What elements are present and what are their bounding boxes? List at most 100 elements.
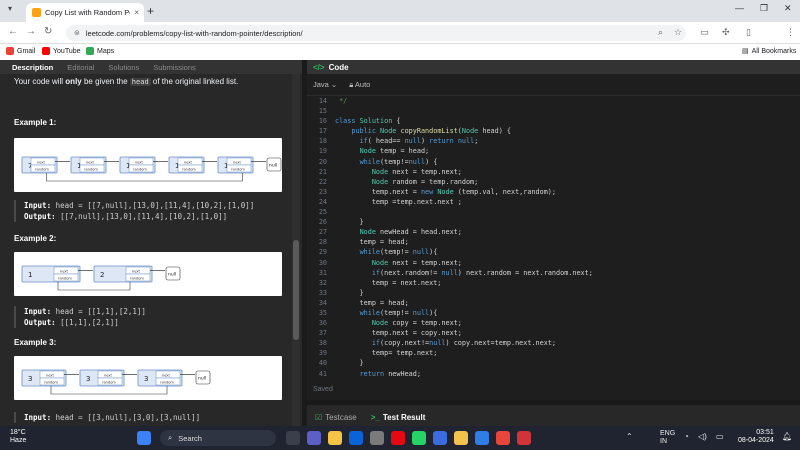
auto-mode[interactable]: 🔒︎ Auto <box>349 80 370 90</box>
close-window-button[interactable]: ✕ <box>784 3 792 14</box>
code-line[interactable]: 35 while(temp!= null){ <box>307 308 800 318</box>
browser-tab[interactable]: Copy List with Random Pointer × <box>26 3 144 22</box>
code-line[interactable]: 16 class Solution { <box>307 116 800 126</box>
code-line[interactable]: 27 Node newHead = head.next; <box>307 227 800 237</box>
tab-testcase[interactable]: ☑ Testcase <box>315 413 357 422</box>
code-line[interactable]: 29 while(temp!= null){ <box>307 247 800 257</box>
weather-widget[interactable]: 18°C Haze <box>10 429 26 445</box>
code-line[interactable]: 32 temp = next.next; <box>307 278 800 288</box>
code-panel: </> Code Java ⌄ 🔒︎ Auto 14 */15 16 class S… <box>307 60 800 400</box>
code-line[interactable]: 30 Node next = temp.next; <box>307 258 800 268</box>
code-line[interactable]: 34 temp = head; <box>307 298 800 308</box>
store-icon[interactable] <box>433 431 447 445</box>
photos-icon[interactable] <box>517 431 531 445</box>
code-line[interactable]: 18 if( head== null) return null; <box>307 136 800 146</box>
file-explorer-icon[interactable] <box>328 431 342 445</box>
tab-close-icon[interactable]: × <box>134 8 144 17</box>
line-text: while(temp!= null){ <box>359 308 438 317</box>
next-label: next <box>86 161 95 165</box>
chrome-icon[interactable] <box>496 431 510 445</box>
language-select[interactable]: Java ⌄ <box>313 80 337 89</box>
task-view-icon[interactable] <box>286 431 300 445</box>
folder-icon[interactable] <box>454 431 468 445</box>
code-line[interactable]: 23 temp.next = new Node (temp.val, next,… <box>307 187 800 197</box>
line-number: 40 <box>318 359 327 368</box>
bookmark-maps[interactable]: Maps <box>86 47 114 55</box>
description-scroll-thumb[interactable] <box>293 240 299 340</box>
taskbar-search[interactable]: ⌕ Search <box>160 430 276 446</box>
vscode-icon[interactable] <box>475 431 489 445</box>
folder-bookmark-icon: ▤ <box>742 48 749 55</box>
tab-submissions[interactable]: Submissions <box>153 63 196 72</box>
url-bar[interactable]: ⊜ leetcode.com/problems/copy-list-with-r… <box>66 25 686 41</box>
line-number: 27 <box>318 228 327 237</box>
reload-icon[interactable]: ↻ <box>44 26 52 37</box>
code-line[interactable]: 40 } <box>307 358 800 368</box>
back-icon[interactable]: ← <box>8 26 18 37</box>
code-line[interactable]: 15 <box>307 106 800 116</box>
line-number: 37 <box>318 329 327 338</box>
code-line[interactable]: 24 temp =temp.next.next ; <box>307 197 800 207</box>
code-editor[interactable]: 14 */15 16 class Solution {17 public Node … <box>307 96 800 380</box>
battery-icon[interactable]: ▭ <box>716 432 724 441</box>
code-line[interactable]: 37 temp.next = copy.next; <box>307 328 800 338</box>
menu-icon[interactable]: ⋮ <box>786 27 795 38</box>
intro-text: Your code will only be given the head of… <box>14 77 239 86</box>
code-line[interactable]: 19 Node temp = head; <box>307 146 800 156</box>
code-line[interactable]: 39 temp= temp.next; <box>307 348 800 358</box>
code-line[interactable]: 20 while(temp!=null) { <box>307 157 800 167</box>
code-line[interactable]: 22 Node random = temp.random; <box>307 177 800 187</box>
wifi-icon[interactable]: ◔ <box>684 432 689 441</box>
whatsapp-icon[interactable] <box>412 431 426 445</box>
code-line[interactable]: 26 } <box>307 217 800 227</box>
zoom-search-icon[interactable]: ⌕ <box>658 27 663 38</box>
new-tab-button[interactable]: + <box>147 4 154 18</box>
language-indicator[interactable]: ENG IN <box>660 430 675 446</box>
all-bookmarks[interactable]: ▤ All Bookmarks <box>742 47 796 56</box>
browser-tab-strip: ▾ Copy List with Random Pointer × + — ❐ … <box>0 0 800 22</box>
netflix-icon[interactable] <box>391 431 405 445</box>
bookmark-youtube[interactable]: YouTube <box>42 47 81 55</box>
tab-solutions[interactable]: Solutions <box>108 63 139 72</box>
tray-chevron-icon[interactable]: ⌃ <box>626 432 633 441</box>
tab-editorial[interactable]: Editorial <box>67 63 94 72</box>
code-line[interactable]: 21 Node next = temp.next; <box>307 167 800 177</box>
code-line[interactable]: 25 <box>307 207 800 217</box>
forward-icon[interactable]: → <box>26 26 36 37</box>
line-text: Node next = temp.next; <box>371 258 462 267</box>
code-line[interactable]: 41 return newHead; <box>307 369 800 379</box>
line-text: class Solution { <box>335 117 401 126</box>
start-icon[interactable] <box>137 431 151 445</box>
bookmark-gmail[interactable]: Gmail <box>6 47 35 55</box>
tab-search-icon[interactable]: ▾ <box>8 4 12 13</box>
settings-icon[interactable] <box>370 431 384 445</box>
code-line[interactable]: 33 } <box>307 288 800 298</box>
example-3-heading: Example 3: <box>14 338 57 347</box>
line-number: 18 <box>318 137 327 146</box>
side-panel-icon[interactable]: ▯ <box>746 27 751 38</box>
leetcode-icon <box>32 8 41 17</box>
maximize-button[interactable]: ❐ <box>760 3 768 14</box>
line-text: if( head== null) return null; <box>359 137 479 146</box>
mail-icon[interactable] <box>349 431 363 445</box>
code-line[interactable]: 17 public Node copyRandomList(Node head)… <box>307 126 800 136</box>
code-line[interactable]: 14 */ <box>307 96 800 106</box>
tab-description[interactable]: Description <box>12 63 53 72</box>
notification-icon[interactable]: 🔔︎ <box>782 432 792 441</box>
code-line[interactable]: 36 Node copy = temp.next; <box>307 318 800 328</box>
site-info-icon[interactable]: ⊜ <box>74 29 80 37</box>
code-line[interactable]: 38 if(copy.next!=null) copy.next=temp.ne… <box>307 338 800 348</box>
minimize-button[interactable]: — <box>735 3 744 13</box>
volume-icon[interactable]: ◁) <box>698 432 707 441</box>
bookmark-star-icon[interactable]: ☆ <box>674 27 682 38</box>
teams-icon[interactable] <box>307 431 321 445</box>
line-number: 38 <box>318 339 327 348</box>
cast-icon[interactable]: ▭ <box>700 27 709 38</box>
code-line[interactable]: 28 temp = head; <box>307 237 800 247</box>
random-label: random <box>84 168 98 172</box>
code-line[interactable]: 31 if(next.random!= null) next.random = … <box>307 268 800 278</box>
random-label: random <box>182 168 196 172</box>
tab-test-result[interactable]: >_ Test Result <box>371 413 426 422</box>
extensions-icon[interactable]: ✣ <box>722 27 730 38</box>
clock[interactable]: 03:51 08-04-2024 <box>738 429 774 445</box>
